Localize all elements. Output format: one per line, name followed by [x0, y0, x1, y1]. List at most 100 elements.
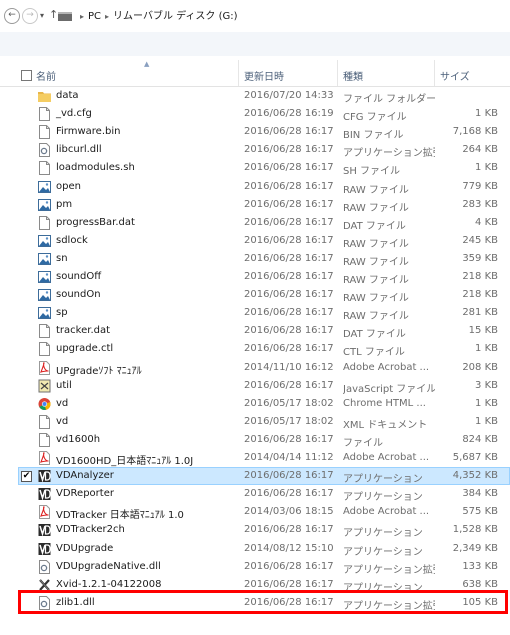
file-name[interactable]: upgrade.ctl: [56, 343, 113, 354]
file-size: 384 KB: [462, 488, 498, 500]
file-name[interactable]: VDTracker2ch: [56, 524, 125, 535]
file-row-firmware-bin[interactable]: Firmware.bin 2016/06/28 16:17 BIN ファイル 7,16…: [0, 123, 510, 141]
file-row-vdupgrade[interactable]: VDUpgrade 2014/08/12 15:10 アプリケーション 2,349 K…: [0, 540, 510, 558]
file-row-libcurl-dll[interactable]: libcurl.dll 2016/06/28 16:17 アプリケーション拡張 264…: [0, 141, 510, 159]
file-name[interactable]: sn: [56, 253, 68, 264]
column-divider[interactable]: [238, 60, 239, 86]
file-name[interactable]: pm: [56, 199, 72, 210]
file-row-sdlock[interactable]: sdlock 2016/06/28 16:17 RAW ファイル 245 KB: [0, 232, 510, 250]
file-name[interactable]: Xvid-1.2.1-04122008: [56, 579, 161, 590]
file-name[interactable]: libcurl.dll: [56, 144, 102, 155]
breadcrumb-drive[interactable]: リムーバブル ディスク (G:): [113, 11, 237, 22]
app-icon: [38, 542, 51, 556]
header-type[interactable]: 種類: [343, 68, 363, 83]
file-size: 218 KB: [462, 289, 498, 301]
file-type: DAT ファイル: [343, 220, 406, 232]
file-row-sp[interactable]: sp 2016/06/28 16:17 RAW ファイル 281 KB: [0, 304, 510, 322]
file-name[interactable]: _vd.cfg: [56, 108, 92, 119]
file-name[interactable]: loadmodules.sh: [56, 162, 135, 173]
file-type: アプリケーション拡張: [343, 564, 435, 576]
file-row-vdreporter[interactable]: VDReporter 2016/06/28 16:17 アプリケーション 384 KB: [0, 485, 510, 503]
header-name[interactable]: 名前: [36, 68, 56, 83]
file-name[interactable]: VD1600HD_日本語ﾏﾆｭｱﾙ 1.0J: [56, 452, 193, 467]
file-type: RAW ファイル: [343, 184, 409, 196]
file-size: 575 KB: [462, 506, 498, 518]
file-name[interactable]: Firmware.bin: [56, 126, 120, 137]
file-date: 2014/03/06 18:15: [244, 506, 334, 518]
file-type: CTL ファイル: [343, 347, 405, 359]
file-name[interactable]: vd: [56, 416, 68, 427]
file-date: 2014/04/14 11:12: [244, 452, 334, 463]
file-size: 1 KB: [475, 343, 498, 355]
breadcrumb[interactable]: ▸ PC ▸ リムーバブル ディスク (G:): [58, 9, 238, 25]
back-button[interactable]: ←: [4, 8, 20, 24]
file-size: 1 KB: [475, 397, 498, 409]
file-size: 4 KB: [475, 216, 498, 228]
file-date: 2016/06/28 16:17: [244, 307, 334, 319]
file-type: アプリケーション: [343, 474, 423, 486]
image-icon: [38, 180, 51, 194]
file-date: 2016/06/28 16:17: [244, 578, 334, 590]
file-name[interactable]: sdlock: [56, 235, 88, 246]
file-row-loadmodules-sh[interactable]: loadmodules.sh 2016/06/28 16:17 SH ファイル 1 K…: [0, 159, 510, 177]
file-name[interactable]: sp: [56, 307, 68, 318]
file-name[interactable]: VDUpgradeNative.dll: [56, 561, 161, 572]
column-divider[interactable]: [337, 60, 338, 86]
file-date: 2014/08/12 15:10: [244, 542, 334, 554]
file-row-vdanalyzer[interactable]: ✔ VDAnalyzer 2016/06/28 16:17 アプリケーション 4,352…: [0, 467, 510, 486]
file-row-vdtracker-1-0[interactable]: VDTracker 日本語ﾏﾆｭｱﾙ 1.0 2014/03/06 18:15 Ad…: [0, 503, 510, 521]
file-row-vdupgradenative-dll[interactable]: VDUpgradeNative.dll 2016/06/28 16:17 アプリケー…: [0, 558, 510, 576]
file-name[interactable]: progressBar.dat: [56, 217, 135, 228]
up-button[interactable]: ↑: [49, 8, 58, 21]
recent-locations-dropdown[interactable]: ▾: [40, 11, 44, 20]
file-row-soundoff[interactable]: soundOff 2016/06/28 16:17 RAW ファイル 218 KB: [0, 268, 510, 286]
file-name[interactable]: data: [56, 90, 79, 101]
file-name[interactable]: VDAnalyzer: [56, 470, 114, 481]
header-size[interactable]: サイズ: [440, 68, 470, 83]
file-type: Chrome HTML ...: [343, 397, 426, 409]
file-name[interactable]: VDReporter: [56, 488, 114, 499]
forward-button[interactable]: →: [22, 8, 38, 24]
file-name[interactable]: vd: [56, 398, 68, 409]
file-row-progressbar-dat[interactable]: progressBar.dat 2016/06/28 16:17 DAT ファイル 4…: [0, 214, 510, 232]
header-date[interactable]: 更新日時: [244, 68, 284, 83]
file-name[interactable]: util: [56, 380, 72, 391]
file-row-vd-cfg[interactable]: _vd.cfg 2016/06/28 16:19 CFG ファイル 1 KB: [0, 105, 510, 123]
file-row-soundon[interactable]: soundOn 2016/06/28 16:17 RAW ファイル 218 KB: [0, 286, 510, 304]
file-row-data[interactable]: data 2016/07/20 14:33 ファイル フォルダー: [0, 87, 510, 105]
chevron-right-icon: ▸: [105, 12, 110, 21]
file-size: 15 KB: [468, 325, 498, 337]
file-row-pm[interactable]: pm 2016/06/28 16:17 RAW ファイル 283 KB: [0, 196, 510, 214]
file-date: 2016/06/28 16:19: [244, 108, 334, 120]
file-name[interactable]: UPgradeｿﾌﾄ ﾏﾆｭｱﾙ: [56, 362, 142, 377]
column-divider[interactable]: [434, 60, 435, 86]
file-type: Adobe Acrobat ...: [343, 506, 430, 518]
file-row-upgrade[interactable]: UPgradeｿﾌﾄ ﾏﾆｭｱﾙ 2014/11/10 16:12 Adobe Ac…: [0, 359, 510, 377]
file-row-vd1600hd-1-0j[interactable]: VD1600HD_日本語ﾏﾆｭｱﾙ 1.0J 2014/04/14 11:12 Ad…: [0, 449, 510, 467]
file-row-vd[interactable]: vd 2016/05/17 18:02 XML ドキュメント 1 KB: [0, 413, 510, 431]
file-row-util[interactable]: util 2016/06/28 16:17 JavaScript ファイル 3 KB: [0, 377, 510, 395]
file-row-vd[interactable]: vd 2016/05/17 18:02 Chrome HTML ... 1 KB: [0, 395, 510, 413]
file-row-vd1600h[interactable]: vd1600h 2016/06/28 16:17 ファイル 824 KB: [0, 431, 510, 449]
file-name[interactable]: VDTracker 日本語ﾏﾆｭｱﾙ 1.0: [56, 506, 184, 521]
file-name[interactable]: VDUpgrade: [56, 543, 113, 554]
file-type: アプリケーション拡張: [343, 148, 435, 160]
file-row-vdtracker2ch[interactable]: VDTracker2ch 2016/06/28 16:17 アプリケーション 1,52…: [0, 521, 510, 539]
row-checkbox[interactable]: ✔: [21, 471, 32, 483]
select-all-checkbox[interactable]: [21, 70, 32, 81]
file-type: JavaScript ファイル: [343, 383, 435, 395]
file-row-open[interactable]: open 2016/06/28 16:17 RAW ファイル 779 KB: [0, 178, 510, 196]
file-date: 2016/06/28 16:17: [244, 271, 334, 282]
file-name[interactable]: soundOn: [56, 289, 101, 300]
file-date: 2016/06/28 16:17: [244, 524, 334, 536]
file-icon: [38, 215, 51, 230]
file-row-upgrade-ctl[interactable]: upgrade.ctl 2016/06/28 16:17 CTL ファイル 1 KB: [0, 340, 510, 358]
js-icon: [38, 379, 51, 393]
file-name[interactable]: tracker.dat: [56, 325, 110, 336]
breadcrumb-pc[interactable]: PC: [88, 11, 101, 22]
file-name[interactable]: soundOff: [56, 271, 101, 282]
file-row-tracker-dat[interactable]: tracker.dat 2016/06/28 16:17 DAT ファイル 15 KB: [0, 322, 510, 340]
file-name[interactable]: open: [56, 181, 81, 192]
file-name[interactable]: vd1600h: [56, 434, 100, 445]
file-row-sn[interactable]: sn 2016/06/28 16:17 RAW ファイル 359 KB: [0, 250, 510, 268]
